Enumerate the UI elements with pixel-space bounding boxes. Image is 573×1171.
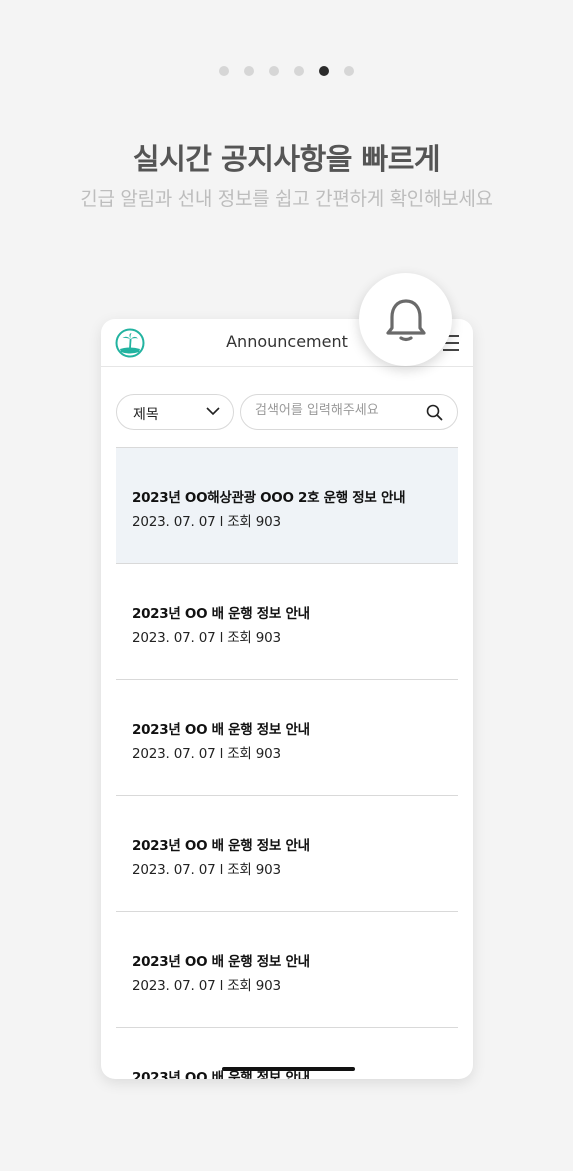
page-dot-3[interactable]	[269, 66, 279, 76]
list-item-meta: 2023. 07. 07 l 조회 903	[132, 746, 281, 762]
list-item[interactable]: 2023년 OO 배 운행 정보 안내	[116, 1028, 458, 1079]
hero-title: 실시간 공지사항을 빠르게	[132, 142, 441, 176]
search-box	[240, 394, 458, 430]
list-item[interactable]: 2023년 OO 배 운행 정보 안내 2023. 07. 07 l 조회 90…	[116, 796, 458, 912]
page-indicator	[0, 66, 573, 76]
list-item-meta: 2023. 07. 07 l 조회 903	[132, 514, 281, 530]
list-item[interactable]: 2023년 OO해상관광 OOO 2호 운행 정보 안내 2023. 07. 0…	[116, 448, 458, 564]
search-icon[interactable]	[426, 404, 443, 421]
list-item-meta: 2023. 07. 07 l 조회 903	[132, 630, 281, 646]
app-preview-card: Announcement 제목 2023년 OO해상관광 OOO 2호 운행 정…	[101, 319, 473, 1079]
page-dot-4[interactable]	[294, 66, 304, 76]
filter-select-value: 제목	[133, 407, 159, 423]
page-dot-5-active[interactable]	[319, 66, 329, 76]
list-item[interactable]: 2023년 OO 배 운행 정보 안내 2023. 07. 07 l 조회 90…	[116, 680, 458, 796]
list-item-title: 2023년 OO 배 운행 정보 안내	[132, 954, 310, 970]
chevron-down-icon	[206, 407, 220, 416]
list-item-title: 2023년 OO 배 운행 정보 안내	[132, 838, 310, 854]
filter-select[interactable]: 제목	[116, 394, 234, 430]
list-item[interactable]: 2023년 OO 배 운행 정보 안내 2023. 07. 07 l 조회 90…	[116, 564, 458, 680]
page-dot-2[interactable]	[244, 66, 254, 76]
page-dot-1[interactable]	[219, 66, 229, 76]
list-item[interactable]: 2023년 OO 배 운행 정보 안내 2023. 07. 07 l 조회 90…	[116, 912, 458, 1028]
home-indicator[interactable]	[222, 1067, 355, 1071]
list-item-meta: 2023. 07. 07 l 조회 903	[132, 978, 281, 994]
bell-icon	[386, 299, 426, 342]
list-item-title: 2023년 OO해상관광 OOO 2호 운행 정보 안내	[132, 490, 406, 506]
announcement-list: 2023년 OO해상관광 OOO 2호 운행 정보 안내 2023. 07. 0…	[116, 447, 458, 1079]
hero-subtitle: 긴급 알림과 선내 정보를 쉽고 간편하게 확인해보세요	[80, 188, 493, 210]
page-dot-6[interactable]	[344, 66, 354, 76]
list-item-meta: 2023. 07. 07 l 조회 903	[132, 862, 281, 878]
notification-bell-button[interactable]	[359, 273, 452, 366]
list-item-title: 2023년 OO 배 운행 정보 안내	[132, 722, 310, 738]
search-input[interactable]	[255, 403, 415, 418]
list-item-title: 2023년 OO 배 운행 정보 안내	[132, 606, 310, 622]
